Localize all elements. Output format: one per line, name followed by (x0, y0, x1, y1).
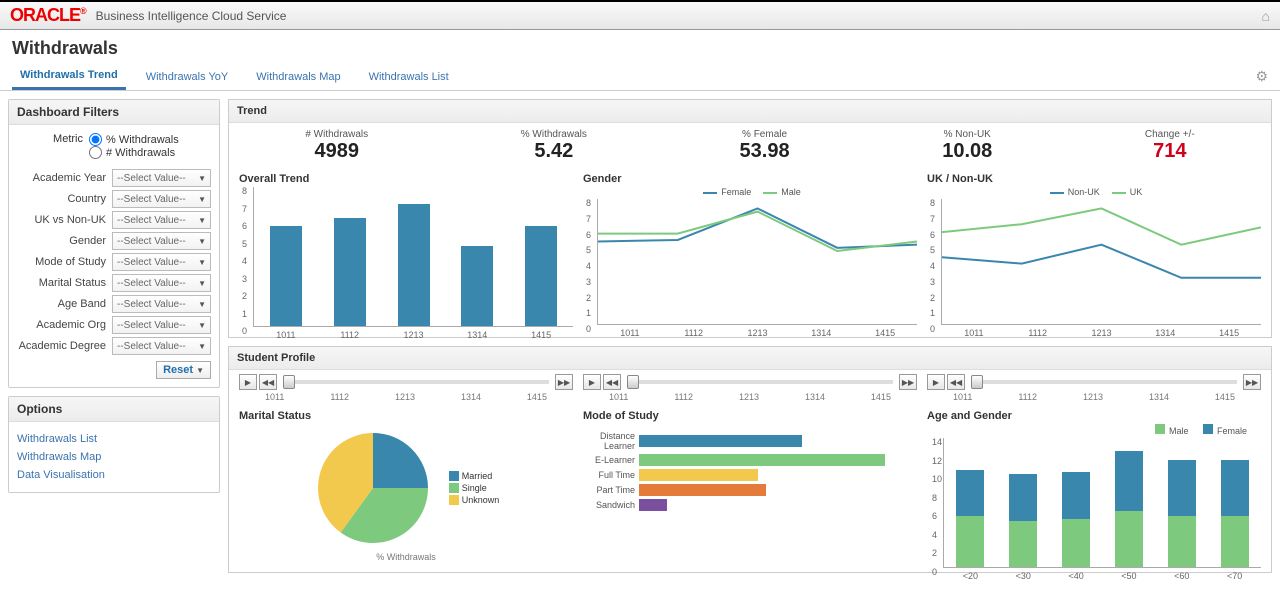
filter-label-1: Country (17, 193, 112, 205)
timeline-player-0: ▶ ◀◀ ▶▶ 10111112121313141415 (239, 374, 573, 402)
play-icon[interactable]: ▶ (927, 374, 945, 390)
filter-label-8: Academic Degree (17, 340, 112, 352)
kpi-3: % Non-UK 10.08 (942, 129, 992, 163)
kpi-2: % Female 53.98 (740, 129, 790, 163)
kpi-0: # Withdrawals 4989 (305, 129, 368, 163)
filter-select-5[interactable]: --Select Value--▼ (112, 274, 211, 292)
filter-select-3[interactable]: --Select Value--▼ (112, 232, 211, 250)
filter-label-2: UK vs Non-UK (17, 214, 112, 226)
forward-icon[interactable]: ▶▶ (1243, 374, 1261, 390)
gear-icon[interactable]: ⚙ (1255, 68, 1268, 85)
bar-1112 (334, 218, 366, 327)
bar-1213 (398, 204, 430, 327)
option-link-2[interactable]: Data Visualisation (17, 466, 211, 484)
timeline-thumb[interactable] (971, 375, 983, 389)
filter-label-7: Academic Org (17, 319, 112, 331)
filter-select-1[interactable]: --Select Value--▼ (112, 190, 211, 208)
tab-withdrawals-trend[interactable]: Withdrawals Trend (12, 63, 126, 90)
timeline-player-1: ▶ ◀◀ ▶▶ 10111112121313141415 (583, 374, 917, 402)
timeline-track[interactable] (627, 380, 893, 384)
options-panel: Options Withdrawals ListWithdrawals MapD… (8, 396, 220, 493)
stacked-bar-<60 (1168, 460, 1196, 567)
reset-button[interactable]: Reset▼ (156, 361, 211, 379)
timeline-track[interactable] (971, 380, 1237, 384)
bar-1011 (270, 226, 302, 326)
filter-label-6: Age Band (17, 298, 112, 310)
tabs-bar: Withdrawals Trend Withdrawals YoY Withdr… (0, 63, 1280, 91)
filter-select-7[interactable]: --Select Value--▼ (112, 316, 211, 334)
stacked-bar-<40 (1062, 472, 1090, 567)
tab-withdrawals-yoy[interactable]: Withdrawals YoY (138, 65, 237, 89)
page-title: Withdrawals (0, 30, 1280, 63)
rewind-icon[interactable]: ◀◀ (259, 374, 277, 390)
play-icon[interactable]: ▶ (239, 374, 257, 390)
student-profile-section: Student Profile ▶ ◀◀ ▶▶ 1011111212131314… (228, 346, 1272, 573)
stacked-bar-<50 (1115, 451, 1143, 567)
timeline-track[interactable] (283, 380, 549, 384)
product-subtitle: Business Intelligence Cloud Service (96, 9, 287, 23)
option-link-0[interactable]: Withdrawals List (17, 430, 211, 448)
trend-section: Trend # Withdrawals 4989 % Withdrawals 5… (228, 99, 1272, 338)
filter-select-6[interactable]: --Select Value--▼ (112, 295, 211, 313)
metric-label: Metric (17, 133, 89, 145)
tab-withdrawals-list[interactable]: Withdrawals List (361, 65, 457, 89)
kpi-4: Change +/- 714 (1145, 129, 1195, 163)
oracle-logo: ORACLE® (10, 5, 86, 26)
forward-icon[interactable]: ▶▶ (555, 374, 573, 390)
pie-slice-married (373, 433, 428, 488)
filter-select-0[interactable]: --Select Value--▼ (112, 169, 211, 187)
stacked-bar-<20 (956, 470, 984, 567)
filter-label-3: Gender (17, 235, 112, 247)
forward-icon[interactable]: ▶▶ (899, 374, 917, 390)
filter-label-0: Academic Year (17, 172, 112, 184)
dashboard-filters-panel: Dashboard Filters Metric % Withdrawals #… (8, 99, 220, 388)
timeline-thumb[interactable] (283, 375, 295, 389)
kpi-1: % Withdrawals 5.42 (521, 129, 587, 163)
hbar-0: Distance Learner (583, 431, 917, 451)
rewind-icon[interactable]: ◀◀ (947, 374, 965, 390)
option-link-1[interactable]: Withdrawals Map (17, 448, 211, 466)
overall-trend-chart: Overall Trend 01234567810111112121313141… (239, 173, 573, 327)
stacked-bar-<70 (1221, 460, 1249, 567)
mode-of-study-chart: Mode of Study Distance Learner E-Learner… (583, 410, 917, 568)
trend-title: Trend (229, 100, 1271, 123)
hbar-3: Part Time (583, 484, 917, 496)
tab-withdrawals-map[interactable]: Withdrawals Map (248, 65, 348, 89)
home-icon[interactable]: ⌂ (1262, 8, 1270, 24)
hbar-1: E-Learner (583, 454, 917, 466)
metric-radio-num[interactable]: # Withdrawals (89, 146, 179, 159)
student-profile-title: Student Profile (229, 347, 1271, 370)
filters-title: Dashboard Filters (9, 100, 219, 125)
content-area: Trend # Withdrawals 4989 % Withdrawals 5… (228, 91, 1280, 616)
filter-select-2[interactable]: --Select Value--▼ (112, 211, 211, 229)
metric-radio-pct[interactable]: % Withdrawals (89, 133, 179, 146)
sidebar: Dashboard Filters Metric % Withdrawals #… (0, 91, 228, 616)
rewind-icon[interactable]: ◀◀ (603, 374, 621, 390)
uk-nonuk-chart: UK / Non-UK Non-UKUK 0123456781011111212… (927, 173, 1261, 327)
age-gender-chart: Age and Gender Male Female 02468101214<2… (927, 410, 1261, 568)
options-title: Options (9, 397, 219, 422)
top-bar: ORACLE® Business Intelligence Cloud Serv… (0, 0, 1280, 30)
filter-select-4[interactable]: --Select Value--▼ (112, 253, 211, 271)
bar-1415 (525, 226, 557, 326)
hbar-4: Sandwich (583, 499, 917, 511)
filter-label-5: Marital Status (17, 277, 112, 289)
stacked-bar-<30 (1009, 474, 1037, 567)
hbar-2: Full Time (583, 469, 917, 481)
marital-status-chart: Marital Status MarriedSingleUnknown % Wi… (239, 410, 573, 568)
timeline-thumb[interactable] (627, 375, 639, 389)
play-icon[interactable]: ▶ (583, 374, 601, 390)
bar-1314 (461, 246, 493, 327)
timeline-player-2: ▶ ◀◀ ▶▶ 10111112121313141415 (927, 374, 1261, 402)
filter-label-4: Mode of Study (17, 256, 112, 268)
filter-select-8[interactable]: --Select Value--▼ (112, 337, 211, 355)
gender-chart: Gender FemaleMale 0123456781011111212131… (583, 173, 917, 327)
